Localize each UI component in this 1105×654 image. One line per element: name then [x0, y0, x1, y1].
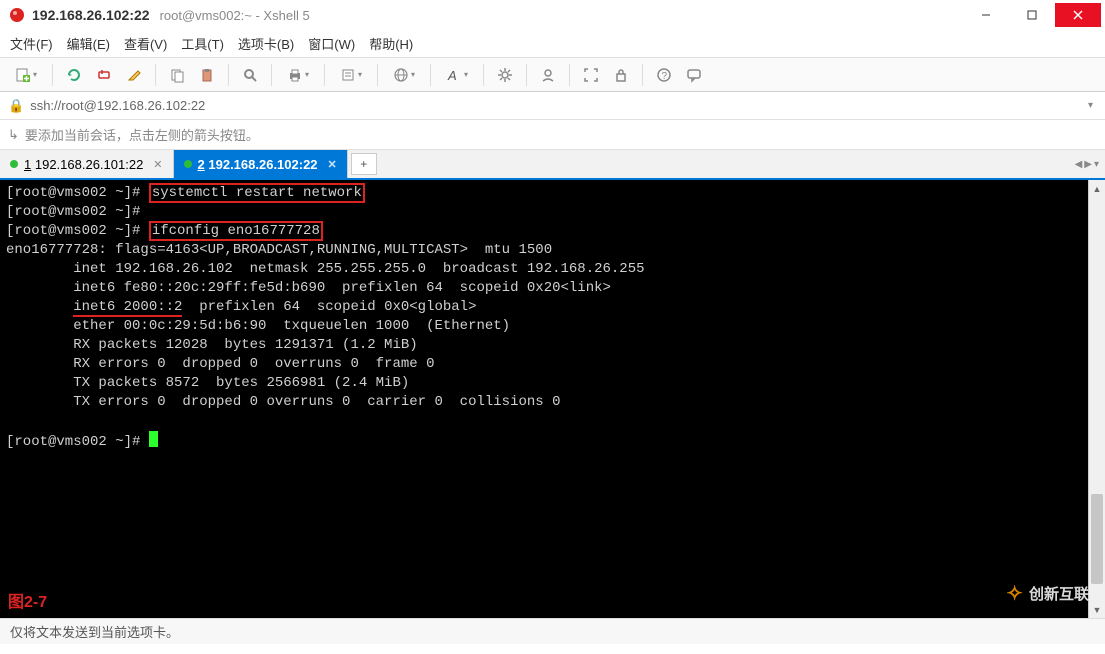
- tab-strip: 1 192.168.26.101:22 ✕ 2 192.168.26.102:2…: [0, 150, 1105, 180]
- menu-edit[interactable]: 编辑(E): [67, 34, 110, 53]
- hint-text: 要添加当前会话，点击左侧的箭头按钮。: [25, 125, 259, 144]
- status-bar: 仅将文本发送到当前选项卡。: [0, 618, 1105, 644]
- session-tab-1[interactable]: 1 192.168.26.101:22 ✕: [0, 150, 174, 178]
- user-button[interactable]: [535, 62, 561, 88]
- find-button[interactable]: [237, 62, 263, 88]
- scroll-down-icon[interactable]: ▼: [1089, 601, 1105, 618]
- new-tab-button[interactable]: +: [351, 153, 377, 175]
- disconnect-button[interactable]: [91, 62, 117, 88]
- hint-bar: ↳ 要添加当前会话，点击左侧的箭头按钮。: [0, 120, 1105, 150]
- copy-button[interactable]: [164, 62, 190, 88]
- svg-text:?: ?: [662, 71, 668, 82]
- figure-label: 图2-7: [8, 588, 47, 612]
- watermark-text: 创新互联: [1029, 583, 1089, 604]
- help-button[interactable]: ?: [651, 62, 677, 88]
- maximize-button[interactable]: [1009, 3, 1055, 27]
- edit-button[interactable]: [121, 62, 147, 88]
- lock-icon: 🔒: [8, 98, 24, 114]
- scrollbar[interactable]: ▲ ▼: [1088, 180, 1105, 618]
- print-button[interactable]: [280, 62, 316, 88]
- scroll-up-icon[interactable]: ▲: [1089, 180, 1105, 197]
- watermark-icon: ✧: [1006, 581, 1023, 606]
- terminal-output[interactable]: [root@vms002 ~]# systemctl restart netwo…: [0, 180, 1105, 618]
- font-button[interactable]: A: [439, 62, 475, 88]
- window-title: 192.168.26.102:22: [32, 7, 150, 23]
- properties-button[interactable]: [333, 62, 369, 88]
- watermark: ✧ 创新互联: [1006, 581, 1089, 606]
- language-button[interactable]: [386, 62, 422, 88]
- status-dot-icon: [10, 160, 18, 168]
- menu-tab[interactable]: 选项卡(B): [238, 34, 294, 53]
- tab-close-icon[interactable]: ✕: [153, 158, 162, 171]
- highlighted-command-2: ifconfig eno16777728: [149, 221, 323, 241]
- status-dot-icon: [184, 160, 192, 168]
- paste-button[interactable]: [194, 62, 220, 88]
- address-bar: 🔒 ssh://root@192.168.26.102:22 ▾: [0, 92, 1105, 120]
- close-button[interactable]: [1055, 3, 1101, 27]
- menu-tools[interactable]: 工具(T): [181, 34, 224, 53]
- chat-button[interactable]: [681, 62, 707, 88]
- settings-button[interactable]: [492, 62, 518, 88]
- address-url[interactable]: ssh://root@192.168.26.102:22: [30, 98, 205, 113]
- tab-close-icon[interactable]: ✕: [328, 158, 337, 171]
- cursor: [149, 431, 158, 447]
- session-tab-2[interactable]: 2 192.168.26.102:22 ✕: [174, 150, 348, 178]
- hint-arrow-icon[interactable]: ↳: [8, 127, 19, 143]
- menu-file[interactable]: 文件(F): [10, 34, 53, 53]
- highlighted-line: inet6 2000::2: [73, 299, 182, 317]
- tab-next-icon[interactable]: ▶: [1084, 159, 1092, 170]
- tab-nav: ◀ ▶ ▾: [1075, 150, 1105, 178]
- scroll-thumb[interactable]: [1091, 494, 1103, 584]
- highlighted-command-1: systemctl restart network: [149, 183, 365, 203]
- toolbar: A ?: [0, 58, 1105, 92]
- minimize-button[interactable]: [963, 3, 1009, 27]
- menu-view[interactable]: 查看(V): [124, 34, 167, 53]
- tab-prev-icon[interactable]: ◀: [1075, 159, 1083, 170]
- status-text: 仅将文本发送到当前选项卡。: [10, 622, 179, 641]
- tab-list-icon[interactable]: ▾: [1094, 159, 1099, 170]
- new-session-button[interactable]: [8, 62, 44, 88]
- terminal-area: [root@vms002 ~]# systemctl restart netwo…: [0, 180, 1105, 618]
- lock-button[interactable]: [608, 62, 634, 88]
- app-icon: [8, 6, 26, 24]
- svg-text:A: A: [447, 68, 457, 83]
- window-subtitle: root@vms002:~ - Xshell 5: [160, 8, 310, 23]
- reconnect-button[interactable]: [61, 62, 87, 88]
- address-dropdown-icon[interactable]: ▾: [1088, 100, 1097, 111]
- menu-help[interactable]: 帮助(H): [369, 34, 413, 53]
- fullscreen-button[interactable]: [578, 62, 604, 88]
- title-bar: 192.168.26.102:22 root@vms002:~ - Xshell…: [0, 0, 1105, 30]
- menu-window[interactable]: 窗口(W): [308, 34, 355, 53]
- menu-bar: 文件(F) 编辑(E) 查看(V) 工具(T) 选项卡(B) 窗口(W) 帮助(…: [0, 30, 1105, 58]
